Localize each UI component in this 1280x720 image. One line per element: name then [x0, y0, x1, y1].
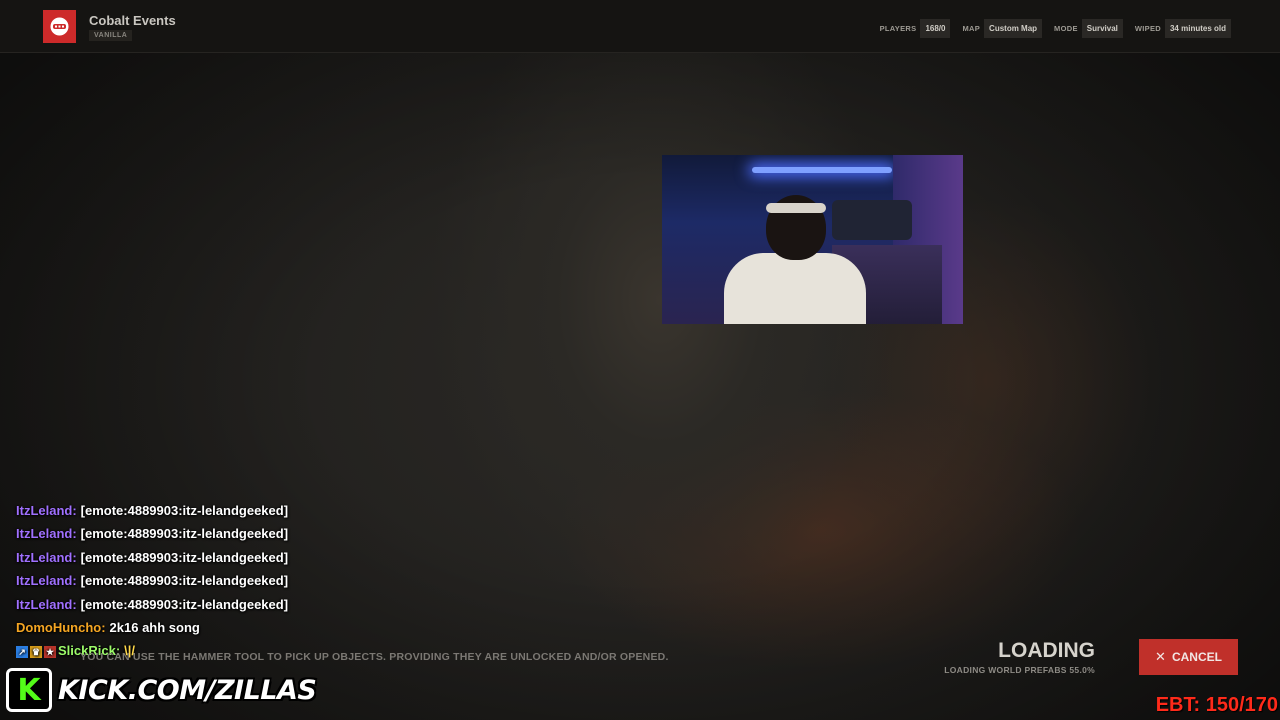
server-name: Cobalt Events: [89, 13, 176, 28]
stat-value-mode: Survival: [1081, 18, 1123, 38]
chat-message: ItzLeland: [emote:4889903:itz-lelandgeeke…: [16, 526, 436, 549]
cancel-label: CANCEL: [1171, 650, 1222, 664]
streamer-webcam: [662, 155, 963, 324]
chat-text: [emote:4889903:itz-lelandgeeked]: [80, 596, 289, 612]
stream-chat: ItzLeland: [emote:4889903:itz-lelandgeeke…: [16, 503, 436, 667]
chat-username: ItzLeland:: [16, 503, 77, 518]
server-logo-icon: [43, 10, 76, 43]
cancel-button[interactable]: ✕ CANCEL: [1139, 639, 1238, 675]
chat-message: ItzLeland: [emote:4889903:itz-lelandgeeke…: [16, 550, 436, 573]
chat-text: [emote:4889903:itz-lelandgeeked]: [80, 573, 289, 589]
webcam-person: [724, 195, 866, 324]
webcam-person-headphones: [766, 203, 826, 213]
server-header: Cobalt Events VANILLA PLAYERS 168/0 MAP …: [0, 0, 1280, 53]
chat-username: DomoHuncho:: [16, 619, 106, 635]
chat-username: ItzLeland:: [16, 573, 77, 589]
chat-message: DomoHuncho: 2k16 ahh song: [16, 620, 436, 643]
loading-title: LOADING: [998, 639, 1095, 662]
stat-value-map: Custom Map: [984, 18, 1043, 38]
close-icon: ✕: [1155, 649, 1166, 664]
chat-badges: ↗ ♛ ★: [16, 645, 56, 658]
server-tag-badge: VANILLA: [89, 30, 133, 41]
chat-message: ItzLeland: [emote:4889903:itz-lelandgeeke…: [16, 573, 436, 596]
stat-value-players: 168/0: [920, 18, 951, 38]
stat-label-wiped: WIPED: [1134, 23, 1161, 33]
kick-url: KICK.COM/ZILLAS: [58, 674, 317, 706]
stat-label-players: PLAYERS: [879, 23, 917, 33]
server-stats: PLAYERS 168/0 MAP Custom Map MODE Surviv…: [880, 18, 1231, 38]
chat-username: ItzLeland:: [16, 526, 77, 542]
chat-username: ItzLeland:: [16, 549, 77, 565]
ebt-counter: EBT: 150/170: [1155, 694, 1278, 716]
webcam-ceiling-light: [752, 167, 892, 173]
kick-overlay: K KICK.COM/ZILLAS: [6, 668, 317, 712]
stat-label-map: MAP: [962, 23, 981, 33]
stat-label-mode: MODE: [1054, 23, 1078, 33]
chat-text: [emote:4889903:itz-lelandgeeked]: [80, 503, 289, 518]
chat-text: 2k16 ahh song: [109, 619, 200, 635]
chat-username: ItzLeland:: [16, 596, 77, 612]
kick-k-glyph: K: [17, 672, 41, 708]
crown-badge-icon: ♛: [30, 645, 42, 658]
chat-message: ItzLeland: [emote:4889903:itz-lelandgeeke…: [16, 503, 436, 526]
verified-badge-icon: ↗: [16, 645, 28, 658]
webcam-person-body: [724, 253, 866, 324]
kick-logo-icon: K: [6, 668, 52, 712]
loading-status: LOADING WORLD PREFABS 55.0%: [944, 665, 1095, 675]
subscriber-badge-icon: ★: [44, 645, 56, 658]
chat-text: [emote:4889903:itz-lelandgeeked]: [80, 549, 289, 565]
loading-tip: YOU CAN USE THE HAMMER TOOL TO PICK UP O…: [80, 651, 669, 663]
chat-message: ItzLeland: [emote:4889903:itz-lelandgeeke…: [16, 597, 436, 620]
chat-text: [emote:4889903:itz-lelandgeeked]: [80, 526, 289, 542]
stat-value-wiped: 34 minutes old: [1164, 18, 1231, 38]
